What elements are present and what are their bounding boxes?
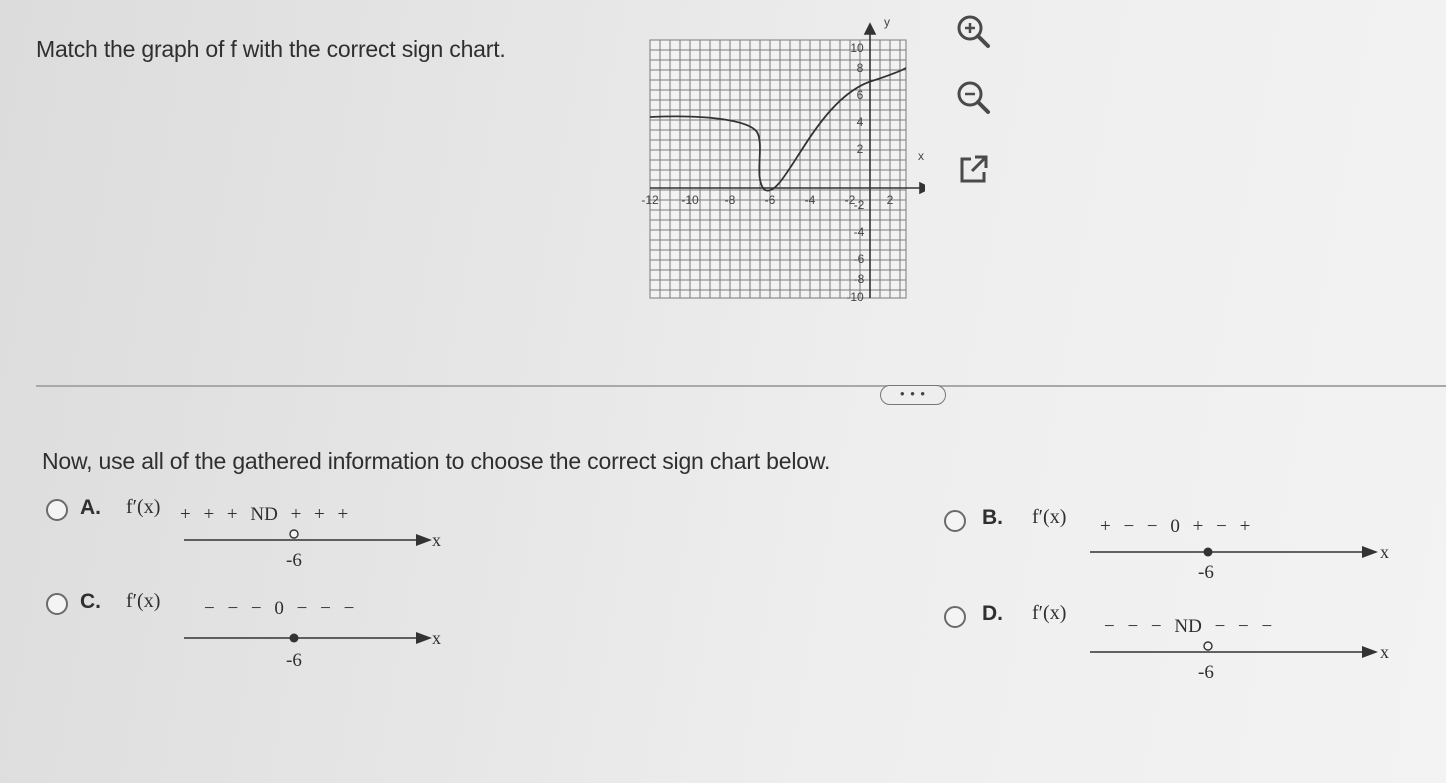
x-tick-label: -4 bbox=[805, 193, 816, 207]
expand-ellipsis-button[interactable]: • • • bbox=[880, 385, 946, 405]
x-axis-label: x bbox=[918, 149, 924, 163]
x-tick-label: -6 bbox=[765, 193, 776, 207]
zoom-out-icon[interactable] bbox=[953, 78, 993, 118]
option-a-axis-label: x bbox=[432, 530, 441, 550]
x-tick-label: 2 bbox=[887, 193, 894, 207]
y-tick-label: -2 bbox=[854, 198, 865, 212]
option-c-axis-label: x bbox=[432, 628, 441, 648]
option-c-sign-row: − − − 0 − − − bbox=[204, 598, 355, 619]
option-c-point-label: -6 bbox=[286, 650, 302, 671]
option-b[interactable]: B. f′(x) + − − 0 + − + x -6 bbox=[944, 506, 1414, 590]
option-c[interactable]: C. f′(x) − − − 0 − − − x -6 bbox=[44, 590, 464, 674]
x-tick-label: -12 bbox=[641, 193, 659, 207]
option-a-sign-row: + + + ND + + + bbox=[180, 504, 349, 525]
option-b-function: f′(x) bbox=[1032, 506, 1067, 528]
option-c-radio[interactable] bbox=[46, 593, 68, 615]
option-b-axis-label: x bbox=[1380, 542, 1389, 562]
y-tick-label: 10 bbox=[850, 41, 864, 55]
section-divider bbox=[36, 385, 1446, 387]
x-tick-label: -10 bbox=[681, 193, 699, 207]
option-d-letter: D. bbox=[982, 602, 1003, 625]
option-b-sign-row: + − − 0 + − + bbox=[1100, 516, 1251, 537]
option-c-function: f′(x) bbox=[126, 590, 161, 612]
option-d-point-label: -6 bbox=[1198, 662, 1214, 683]
option-a[interactable]: A. f′(x) + + + ND + + + x -6 bbox=[44, 496, 464, 580]
option-c-number-line bbox=[184, 632, 432, 644]
function-graph: y x -12 -10 -8 -6 -4 -2 2 10 8 6 4 2 -2 … bbox=[641, 15, 925, 304]
y-axis-label: y bbox=[884, 15, 890, 29]
option-b-number-line bbox=[1090, 546, 1378, 558]
option-b-point-label: -6 bbox=[1198, 562, 1214, 583]
y-tick-label: 8 bbox=[857, 61, 864, 75]
question-prompt: Match the graph of f with the correct si… bbox=[36, 36, 506, 62]
x-tick-label: -8 bbox=[725, 193, 736, 207]
external-link-icon[interactable] bbox=[953, 150, 993, 190]
option-a-point-label: -6 bbox=[286, 550, 302, 571]
y-tick-label: 2 bbox=[857, 142, 864, 156]
option-c-letter: C. bbox=[80, 590, 101, 613]
closed-point bbox=[289, 633, 299, 643]
y-tick-label: 6 bbox=[857, 88, 864, 102]
y-tick-label: -10 bbox=[846, 290, 864, 304]
option-a-function: f′(x) bbox=[126, 496, 161, 518]
open-point bbox=[289, 529, 299, 539]
closed-point bbox=[1203, 547, 1213, 557]
option-d-radio[interactable] bbox=[944, 606, 966, 628]
open-point bbox=[1203, 641, 1213, 651]
instruction-text: Now, use all of the gathered information… bbox=[42, 448, 831, 474]
y-tick-label: -8 bbox=[854, 272, 865, 286]
option-b-radio[interactable] bbox=[944, 510, 966, 532]
y-tick-label: -4 bbox=[854, 225, 865, 239]
option-d[interactable]: D. f′(x) − − − ND − − − x -6 bbox=[944, 602, 1414, 686]
option-a-radio[interactable] bbox=[46, 499, 68, 521]
zoom-in-icon[interactable] bbox=[953, 12, 993, 52]
option-d-axis-label: x bbox=[1380, 642, 1389, 662]
option-d-function: f′(x) bbox=[1032, 602, 1067, 624]
option-d-number-line bbox=[1090, 641, 1378, 658]
option-a-number-line bbox=[184, 529, 432, 546]
y-tick-label: -6 bbox=[854, 252, 865, 266]
option-b-letter: B. bbox=[982, 506, 1003, 529]
graph-grid bbox=[649, 39, 907, 299]
y-tick-label: 4 bbox=[857, 115, 864, 129]
option-a-letter: A. bbox=[80, 496, 101, 519]
option-d-sign-row: − − − ND − − − bbox=[1104, 616, 1273, 637]
